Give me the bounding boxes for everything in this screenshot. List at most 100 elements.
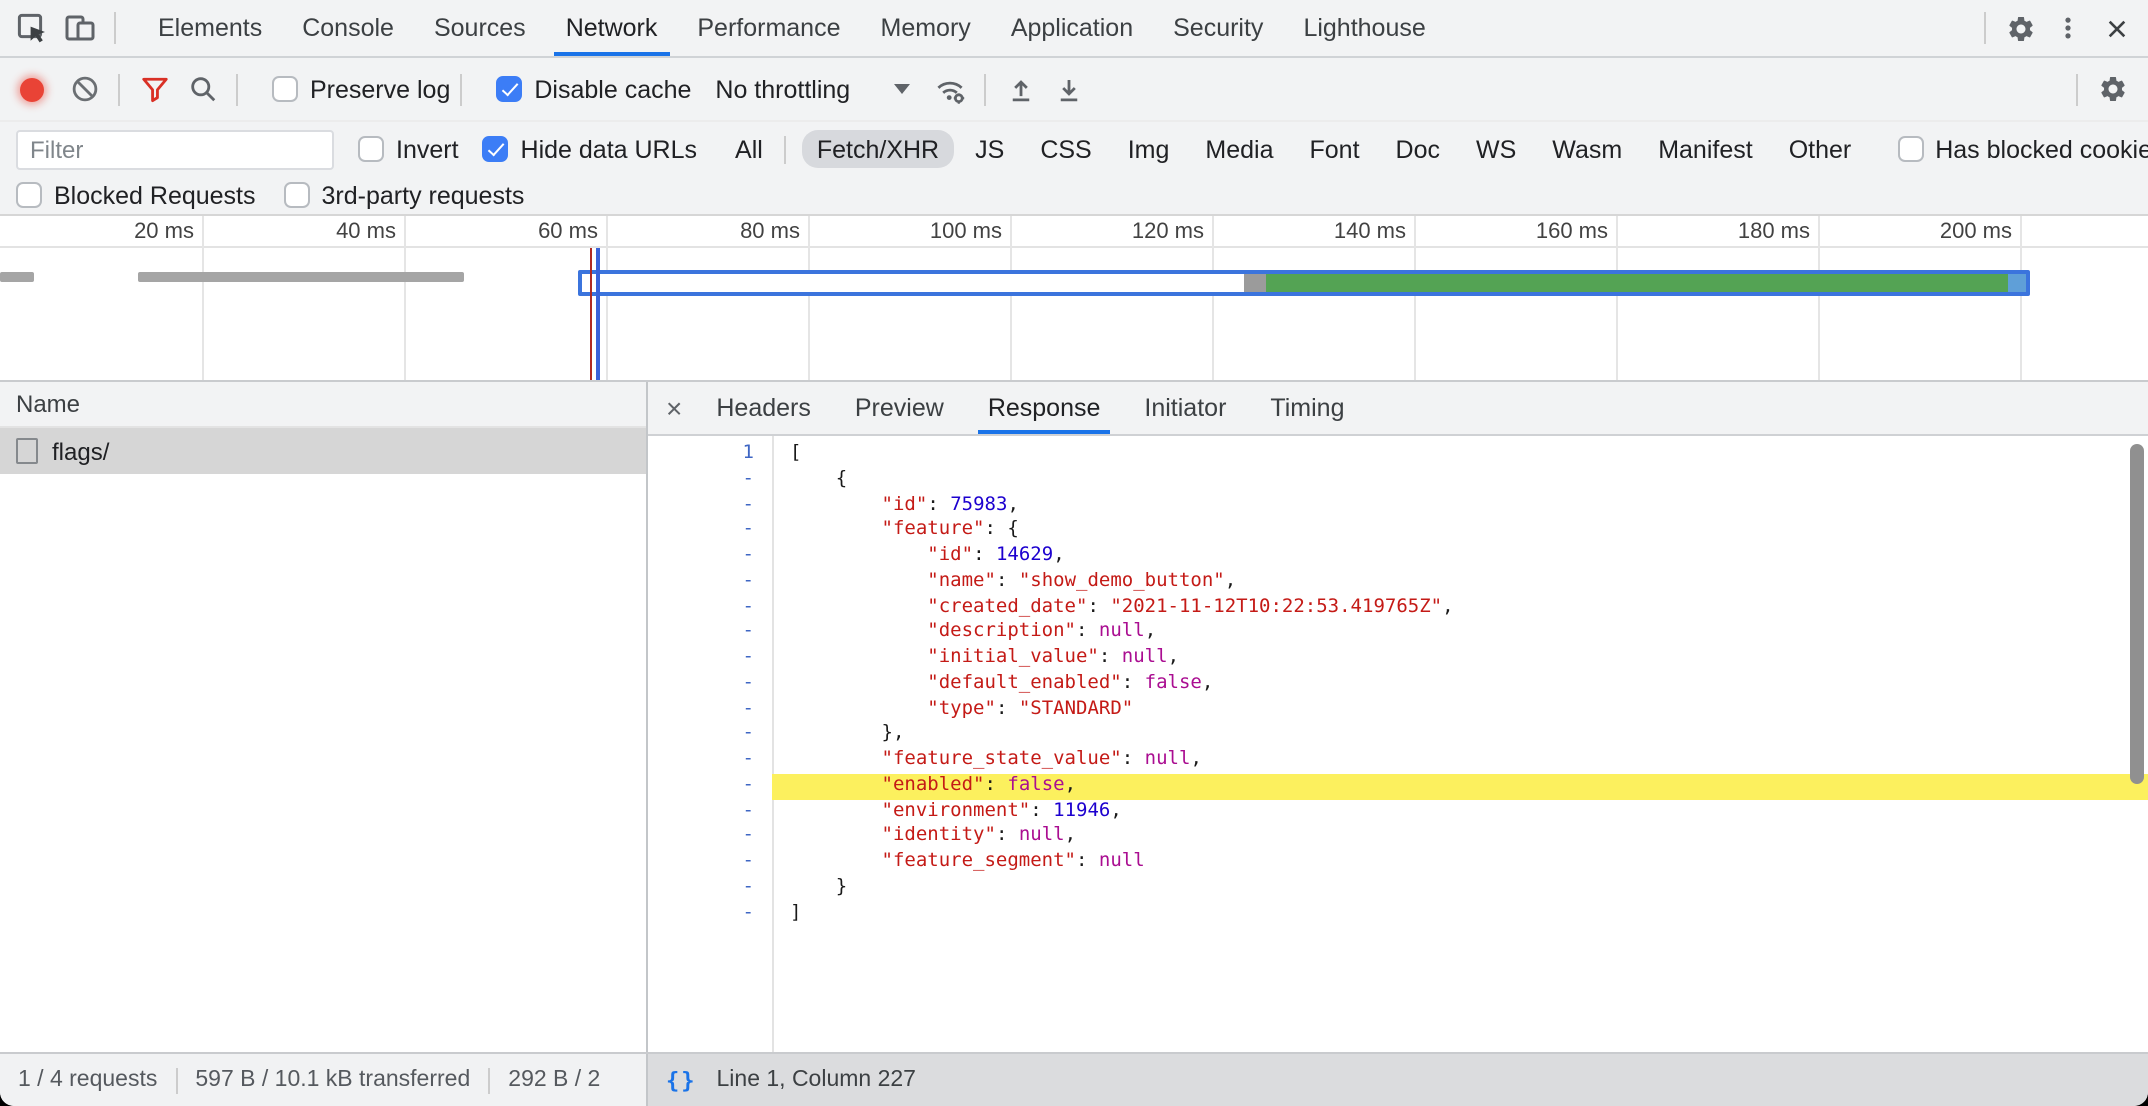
name-column-label: Name [16,390,80,418]
more-options-kebab-icon[interactable] [2044,4,2092,52]
waterfall-bar[interactable] [138,272,464,281]
resource-chip-font[interactable]: Font [1296,130,1374,168]
resource-chip-ws[interactable]: WS [1462,130,1530,168]
detail-tab-headers[interactable]: Headers [694,382,833,434]
blocked-requests-checkbox[interactable]: Blocked Requests [16,181,256,209]
close-icon[interactable] [2092,4,2140,52]
tab-network[interactable]: Network [546,0,678,56]
detail-tab-initiator[interactable]: Initiator [1122,382,1248,434]
line-number: - [648,544,772,570]
code-line: - "initial_value": null, [648,646,2148,672]
resource-chip-other[interactable]: Other [1775,130,1866,168]
detail-tabbar: × HeadersPreviewResponseInitiatorTiming [648,382,2148,436]
detail-tab-response[interactable]: Response [966,382,1123,434]
detail-tab-preview[interactable]: Preview [833,382,966,434]
checkbox-box[interactable] [483,136,509,162]
line-number: 1 [648,442,772,468]
editor-scrollbar-thumb[interactable] [2130,444,2144,784]
resource-chip-img[interactable]: Img [1114,130,1184,168]
line-number: - [648,697,772,723]
tab-lighthouse[interactable]: Lighthouse [1283,0,1445,56]
selected-request-bar[interactable] [578,269,2030,296]
record-icon[interactable] [20,77,44,101]
resource-chip-doc[interactable]: Doc [1382,130,1454,168]
filter-input[interactable] [16,129,334,169]
status-item: 1 / 4 requests [18,1068,157,1092]
close-detail-icon[interactable]: × [666,394,682,422]
tab-memory[interactable]: Memory [861,0,991,56]
toolbar-divider [236,73,238,105]
clear-icon[interactable] [60,65,108,113]
settings-gear-icon[interactable] [1996,4,2044,52]
code-line: 1[ [648,442,2148,468]
search-icon[interactable] [178,65,226,113]
toolbar-divider [2076,73,2078,105]
timeline-overview[interactable]: 20 ms40 ms60 ms80 ms100 ms120 ms140 ms16… [0,214,2148,382]
throttling-value: No throttling [715,75,850,103]
response-code: 1[- {- "id": 75983,- "feature": {- "id":… [648,442,2148,927]
tab-security[interactable]: Security [1153,0,1283,56]
tab-elements[interactable]: Elements [138,0,282,56]
name-column-header[interactable]: Name [0,382,646,428]
resource-chip-manifest[interactable]: Manifest [1644,130,1767,168]
checkbox-box[interactable] [284,182,310,208]
code-text: "description": null, [772,621,2148,647]
checkbox-box[interactable] [496,76,522,102]
resource-chip-wasm[interactable]: Wasm [1538,130,1636,168]
code-line: - "id": 75983, [648,493,2148,519]
tab-console[interactable]: Console [282,0,414,56]
format-json-icon[interactable]: {} [666,1067,697,1093]
resource-chip-media[interactable]: Media [1191,130,1287,168]
resource-chip-css[interactable]: CSS [1026,130,1105,168]
tab-performance[interactable]: Performance [677,0,860,56]
checkbox-box[interactable] [358,136,384,162]
code-line: - "feature": { [648,519,2148,545]
import-har-icon[interactable] [996,65,1044,113]
timeline-tick-label: 80 ms [660,220,800,244]
network-conditions-icon[interactable] [926,65,974,113]
network-settings-gear-icon[interactable] [2088,65,2136,113]
line-number: - [648,799,772,825]
third-party-requests-checkbox[interactable]: 3rd-party requests [284,181,525,209]
preserve-log-checkbox[interactable]: Preserve log [272,75,450,103]
resource-chip-js[interactable]: JS [961,130,1018,168]
line-number: - [648,850,772,876]
invert-checkbox[interactable]: Invert [358,135,459,163]
code-line: - "identity": null, [648,825,2148,851]
filter-funnel-icon[interactable] [130,65,178,113]
tab-application[interactable]: Application [991,0,1153,56]
request-row-flags[interactable]: flags/ [0,428,646,474]
throttling-select[interactable]: No throttling [715,75,910,103]
checkbox-box[interactable] [16,182,42,208]
checkbox-box[interactable] [1897,136,1923,162]
code-line: - "created_date": "2021-11-12T10:22:53.4… [648,595,2148,621]
detail-tab-timing[interactable]: Timing [1248,382,1366,434]
device-toolbar-icon[interactable] [56,4,104,52]
code-text: } [772,876,2148,902]
line-number: - [648,901,772,927]
timeline-tick-label: 200 ms [1872,220,2012,244]
status-bar-right: {} Line 1, Column 227 [646,1054,2148,1106]
resource-chip-fetch-xhr[interactable]: Fetch/XHR [803,130,953,168]
request-detail-panel: × HeadersPreviewResponseInitiatorTiming … [646,382,2148,1052]
has-blocked-cookies-checkbox[interactable]: Has blocked cookies [1897,135,2148,163]
code-line: - "environment": 11946, [648,799,2148,825]
code-line: - }, [648,723,2148,749]
tab-sources[interactable]: Sources [414,0,546,56]
timeline-tick-label: 40 ms [256,220,396,244]
hide-data-urls-checkbox[interactable]: Hide data URLs [483,135,698,163]
code-text: "feature_state_value": null, [772,748,2148,774]
inspect-icon[interactable] [8,4,56,52]
line-number: - [648,774,772,800]
code-line: - "feature_state_value": null, [648,748,2148,774]
checkbox-label: Invert [396,135,459,163]
timeline-tick-label: 120 ms [1064,220,1204,244]
response-editor[interactable]: 1[- {- "id": 75983,- "feature": {- "id":… [648,436,2148,1052]
disable-cache-checkbox[interactable]: Disable cache [496,75,691,103]
checkbox-box[interactable] [272,76,298,102]
waterfall-bar[interactable] [0,272,34,281]
resource-chip-all[interactable]: All [721,130,777,168]
export-har-icon[interactable] [1044,65,1092,113]
code-line: - "name": "show_demo_button", [648,570,2148,596]
network-main-area: Name flags/ × HeadersPreviewResponseInit… [0,382,2148,1052]
